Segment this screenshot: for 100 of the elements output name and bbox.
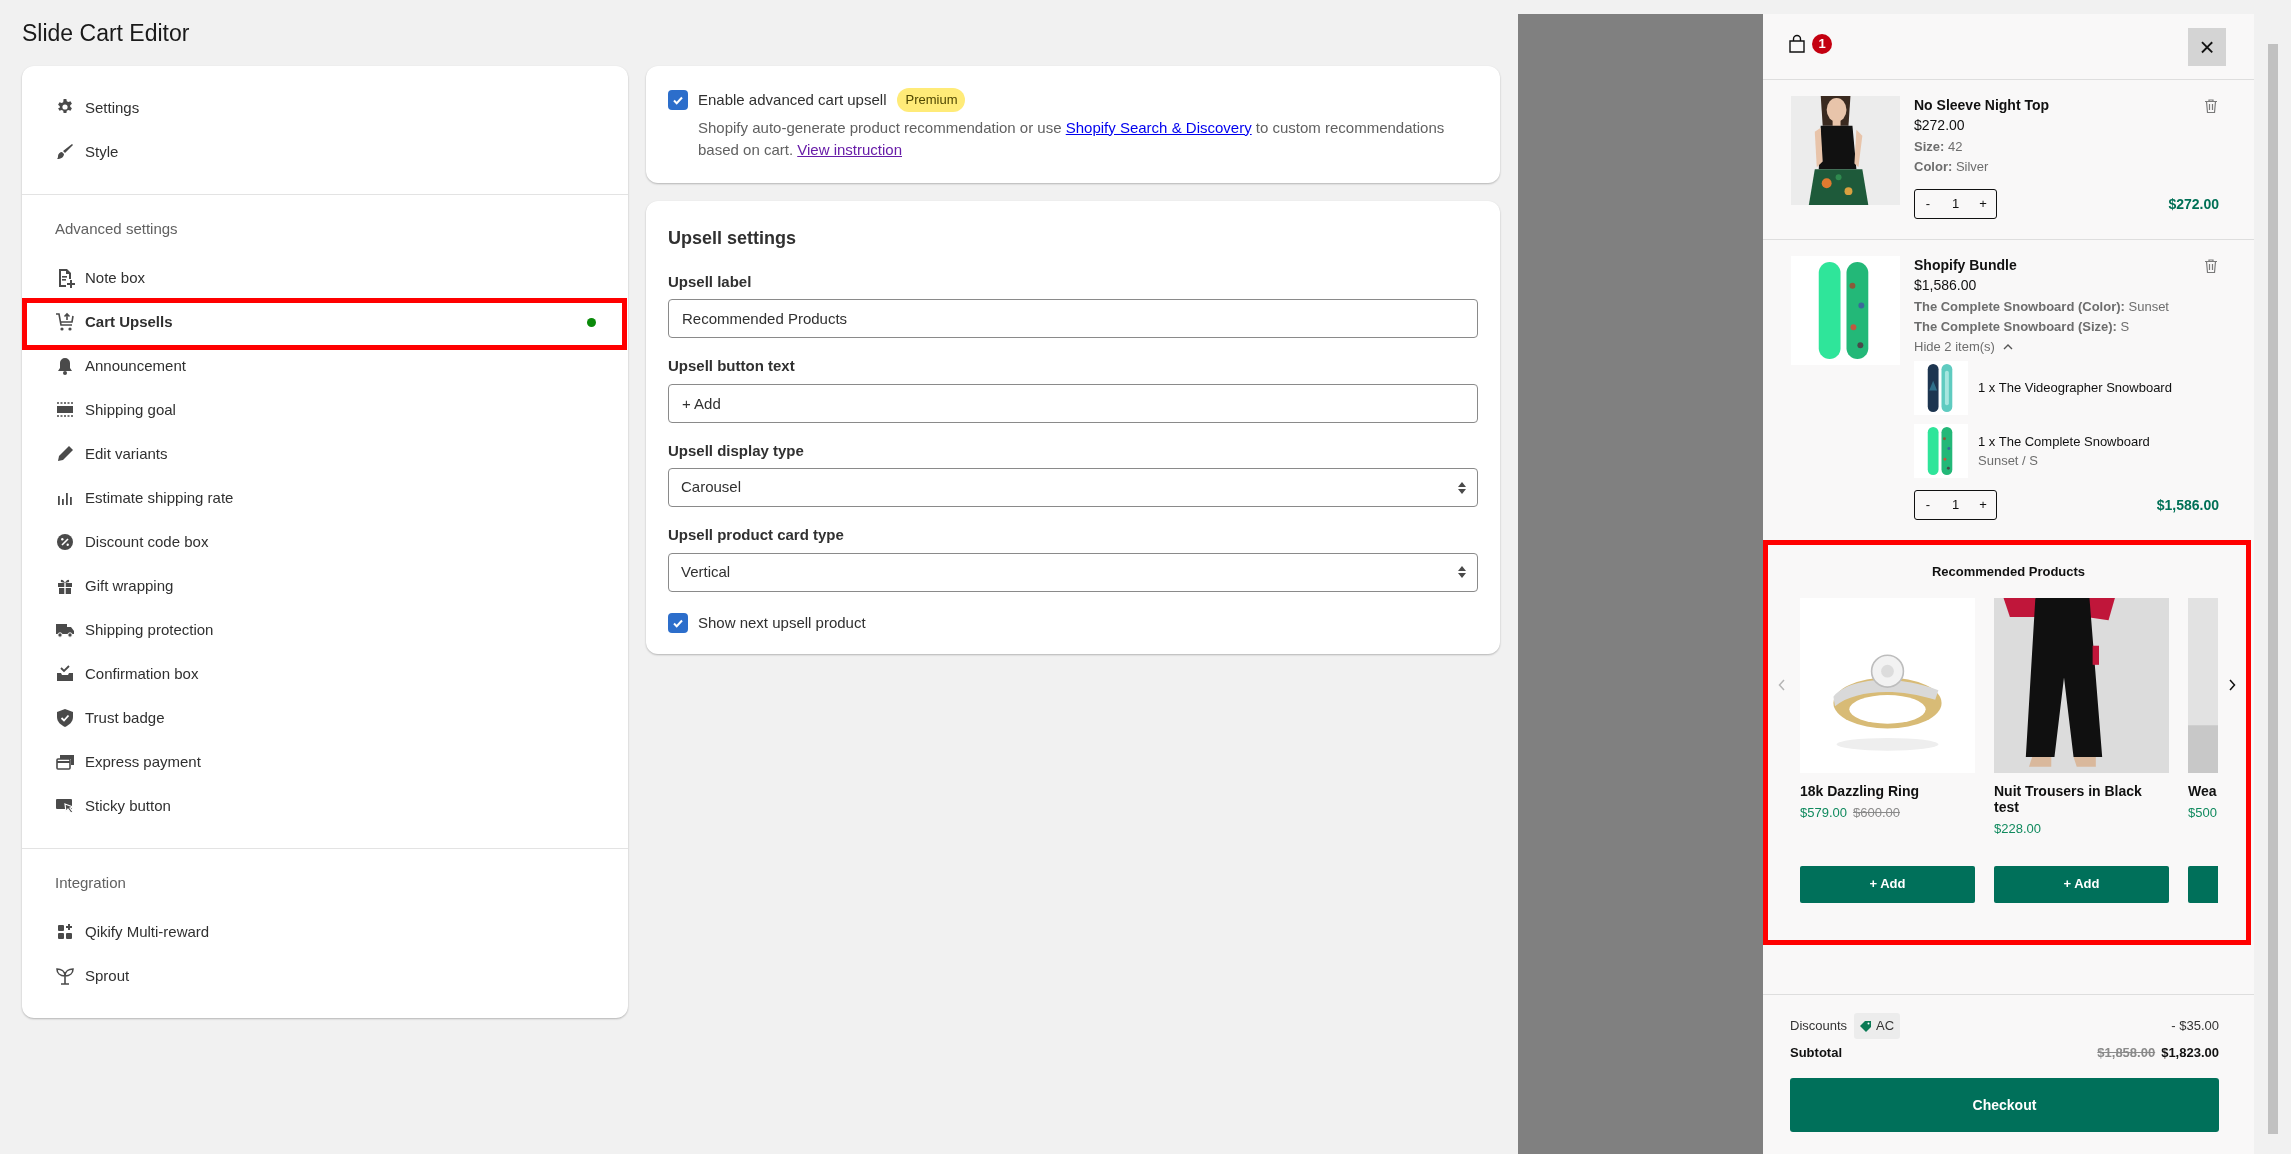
section-heading: Integration bbox=[54, 873, 127, 893]
cursor-icon bbox=[55, 796, 75, 816]
select-field[interactable]: Carousel bbox=[668, 468, 1478, 507]
sidebar-item[interactable]: Express payment bbox=[22, 740, 628, 784]
compare-price: $1,858.00 bbox=[2097, 1043, 2156, 1062]
increment-button[interactable]: + bbox=[1976, 194, 1990, 214]
product-price: $272.00 bbox=[1914, 116, 1966, 135]
bundle-toggle[interactable]: Hide 2 item(s) bbox=[1914, 337, 2013, 357]
subtotal-amount: $1,823.00 bbox=[2161, 1043, 2219, 1062]
shield-icon bbox=[55, 708, 75, 728]
cart-icon bbox=[55, 312, 75, 332]
discount-code: AC bbox=[1876, 1017, 1895, 1035]
product-name: Wea bbox=[2188, 782, 2218, 799]
sort-arrows-icon bbox=[1457, 565, 1467, 579]
sidebar-item[interactable]: Shipping goal bbox=[22, 388, 628, 432]
sidebar-item[interactable]: Shipping protection bbox=[22, 608, 628, 652]
product-name: 18k Dazzling Ring bbox=[1800, 782, 1921, 799]
subtotal-label: Subtotal bbox=[1790, 1043, 1842, 1062]
line-total: $1,586.00 bbox=[2156, 495, 2219, 515]
quantity-value: 1 bbox=[1951, 496, 1960, 515]
close-button[interactable]: × bbox=[2188, 27, 2226, 66]
increment-button[interactable]: + bbox=[1976, 495, 1990, 515]
section-heading: Advanced settings bbox=[54, 219, 179, 239]
product-price: $228.00 bbox=[1994, 819, 2041, 838]
select-field[interactable]: Vertical bbox=[668, 552, 1478, 592]
checkbox-label: Show next upsell product bbox=[698, 612, 866, 633]
sidebar-item[interactable]: Note box bbox=[22, 256, 628, 300]
brush-icon bbox=[55, 142, 75, 162]
checkout-button[interactable]: Checkout bbox=[1790, 1078, 2219, 1132]
sidebar-item[interactable]: Estimate shipping rate bbox=[22, 476, 628, 520]
grid-icon bbox=[55, 922, 75, 942]
dashed-bar-icon bbox=[55, 400, 75, 420]
bundle-item-text: 1 x The Complete Snowboard bbox=[1978, 432, 2150, 451]
tag-icon bbox=[1860, 1019, 1873, 1032]
checkbox[interactable] bbox=[668, 612, 688, 633]
product-price: $1,586.00 bbox=[1914, 276, 1978, 295]
sidebar-item[interactable]: Sticky button bbox=[22, 784, 628, 828]
quantity-value: 1 bbox=[1951, 195, 1960, 214]
sprout-icon bbox=[55, 966, 75, 986]
sidebar-item[interactable]: Settings bbox=[22, 86, 628, 130]
option-text: Size: 42 bbox=[1914, 138, 1964, 156]
premium-badge: Premium bbox=[897, 88, 966, 112]
checkbox-label: Enable advanced cart upsell bbox=[698, 89, 887, 110]
scrollbar[interactable] bbox=[2267, 44, 2278, 1134]
add-button[interactable]: + Add bbox=[1800, 865, 1975, 903]
sidebar-item[interactable]: Cart Upsells bbox=[22, 300, 628, 344]
bell-icon bbox=[55, 356, 75, 376]
compare-price: $600.00 bbox=[1853, 803, 1900, 822]
line-total: $272.00 bbox=[2168, 194, 2219, 214]
sidebar-item[interactable]: Discount code box bbox=[22, 520, 628, 564]
field-label: Upsell product card type bbox=[668, 525, 845, 545]
shopping-bag-icon bbox=[1787, 33, 1807, 54]
chevron-right-icon bbox=[2228, 679, 2236, 691]
count-badge: 1 bbox=[1812, 33, 1832, 54]
checkbox[interactable] bbox=[668, 89, 688, 110]
product-price: $579.00 bbox=[1800, 803, 1847, 822]
sidebar-item[interactable]: Announcement bbox=[22, 344, 628, 388]
inbox-icon bbox=[55, 664, 75, 684]
sidebar-item[interactable]: Gift wrapping bbox=[22, 564, 628, 608]
product-name: No Sleeve Night Top bbox=[1914, 96, 2050, 114]
sidebar-item[interactable]: Style bbox=[22, 130, 628, 174]
sort-arrows-icon bbox=[1457, 480, 1467, 495]
pencil-icon bbox=[55, 444, 75, 464]
decrement-button[interactable]: - bbox=[1921, 194, 1935, 214]
variant-text: Sunset / S bbox=[1978, 452, 2039, 470]
sidebar-item[interactable]: Trust badge bbox=[22, 696, 628, 740]
bundle-item-text: 1 x The Videographer Snowboard bbox=[1978, 379, 2172, 398]
quantity-stepper[interactable]: - 1 + bbox=[1914, 189, 1997, 219]
discount-icon bbox=[55, 532, 75, 552]
quantity-stepper[interactable]: - 1 + bbox=[1914, 490, 1997, 520]
decrement-button[interactable]: - bbox=[1921, 495, 1935, 515]
input-field[interactable]: + Add bbox=[668, 383, 1478, 423]
field-label: Upsell label bbox=[668, 271, 753, 292]
chevron-up-icon bbox=[2002, 343, 2013, 351]
link[interactable]: View instruction bbox=[797, 140, 902, 158]
sidebar-item[interactable]: Sprout bbox=[22, 954, 628, 998]
card-icon bbox=[55, 752, 75, 772]
link[interactable]: Shopify Search & Discovery bbox=[1065, 118, 1252, 136]
section-title: Recommended Products bbox=[1930, 563, 2087, 581]
description-text: Shopify auto-generate product recommendation or use Shopify Search & Discovery to custom recommendations based on cart. View instruction bbox=[698, 117, 1446, 160]
add-button[interactable]: + Add bbox=[1994, 865, 2169, 903]
input-field[interactable]: Recommended Products bbox=[668, 299, 1478, 338]
trash-icon bbox=[2203, 258, 2219, 274]
product-price: $500 bbox=[2188, 803, 2217, 822]
page-title: Slide Cart Editor bbox=[22, 18, 190, 48]
option-text: The Complete Snowboard (Size): S bbox=[1914, 318, 2131, 336]
trash-icon bbox=[2203, 98, 2219, 114]
sidebar-item[interactable]: Edit variants bbox=[22, 432, 628, 476]
sidebar-item[interactable]: Confirmation box bbox=[22, 652, 628, 696]
product-name: Shopify Bundle bbox=[1914, 256, 2017, 274]
field-label: Upsell display type bbox=[668, 440, 805, 461]
discounts-label: Discounts bbox=[1790, 1017, 1848, 1035]
sidebar-item[interactable]: Qikify Multi-reward bbox=[22, 910, 628, 954]
product-name: Nuit Trousers in Black test bbox=[1994, 782, 2143, 815]
chevron-left-icon bbox=[1777, 679, 1786, 691]
option-text: Color: Silver bbox=[1914, 158, 1990, 176]
section-title: Upsell settings bbox=[668, 226, 798, 250]
field-label: Upsell button text bbox=[668, 356, 796, 376]
discount-amount: - $35.00 bbox=[2171, 1017, 2219, 1035]
option-text: The Complete Snowboard (Color): Sunset bbox=[1914, 298, 2170, 316]
